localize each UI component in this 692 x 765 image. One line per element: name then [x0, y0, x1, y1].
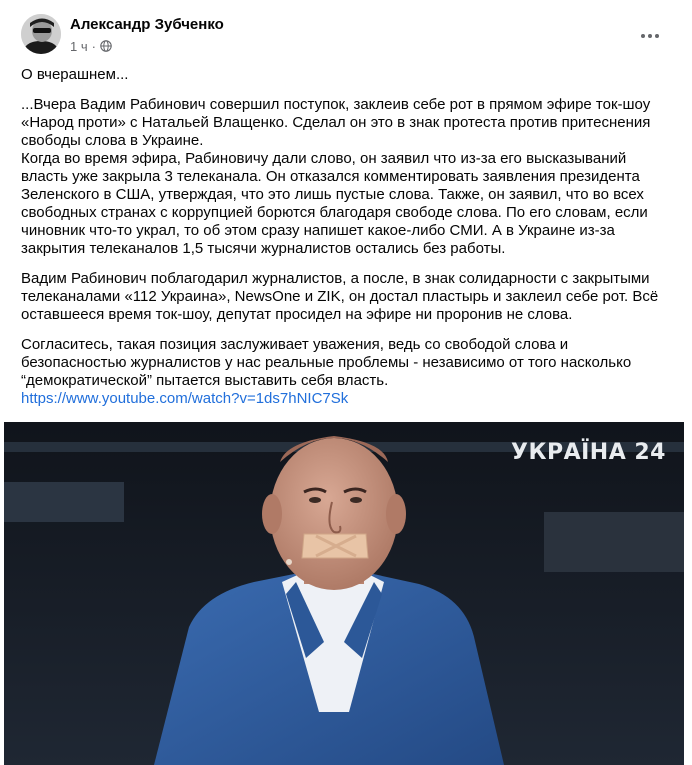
author-name[interactable]: Александр Зубченко — [70, 16, 224, 33]
youtube-link[interactable]: https://www.youtube.com/watch?v=1ds7hNIC… — [21, 390, 348, 407]
more-horizontal-icon — [641, 34, 659, 38]
post-paragraph: Вадим Рабинович поблагодарил журналистов… — [21, 270, 659, 323]
post-photo[interactable]: УКРАЇНА 24 — [4, 422, 684, 765]
channel-logo: УКРАЇНА 24 — [511, 440, 666, 465]
post-paragraph: Согласитесь, такая позиция заслуживает у… — [21, 336, 632, 389]
globe-icon — [100, 40, 112, 52]
post-paragraph: ...Вчера Вадим Рабинович совершил поступ… — [21, 96, 651, 149]
post-card: Александр Зубченко 1 ч · О вчерашнем... … — [0, 0, 692, 765]
post-paragraph: Когда во время эфира, Рабиновичу дали сл… — [21, 150, 648, 257]
post-header: Александр Зубченко 1 ч · — [0, 0, 692, 62]
more-options-button[interactable] — [636, 22, 664, 50]
post-body: О вчерашнем... ...Вчера Вадим Рабинович … — [21, 66, 677, 408]
author-avatar[interactable] — [21, 14, 61, 54]
post-meta: 1 ч · — [70, 38, 112, 54]
post-intro: О вчерашнем... — [21, 66, 129, 83]
studio-photo — [4, 422, 684, 765]
post-timestamp[interactable]: 1 ч — [70, 39, 88, 54]
